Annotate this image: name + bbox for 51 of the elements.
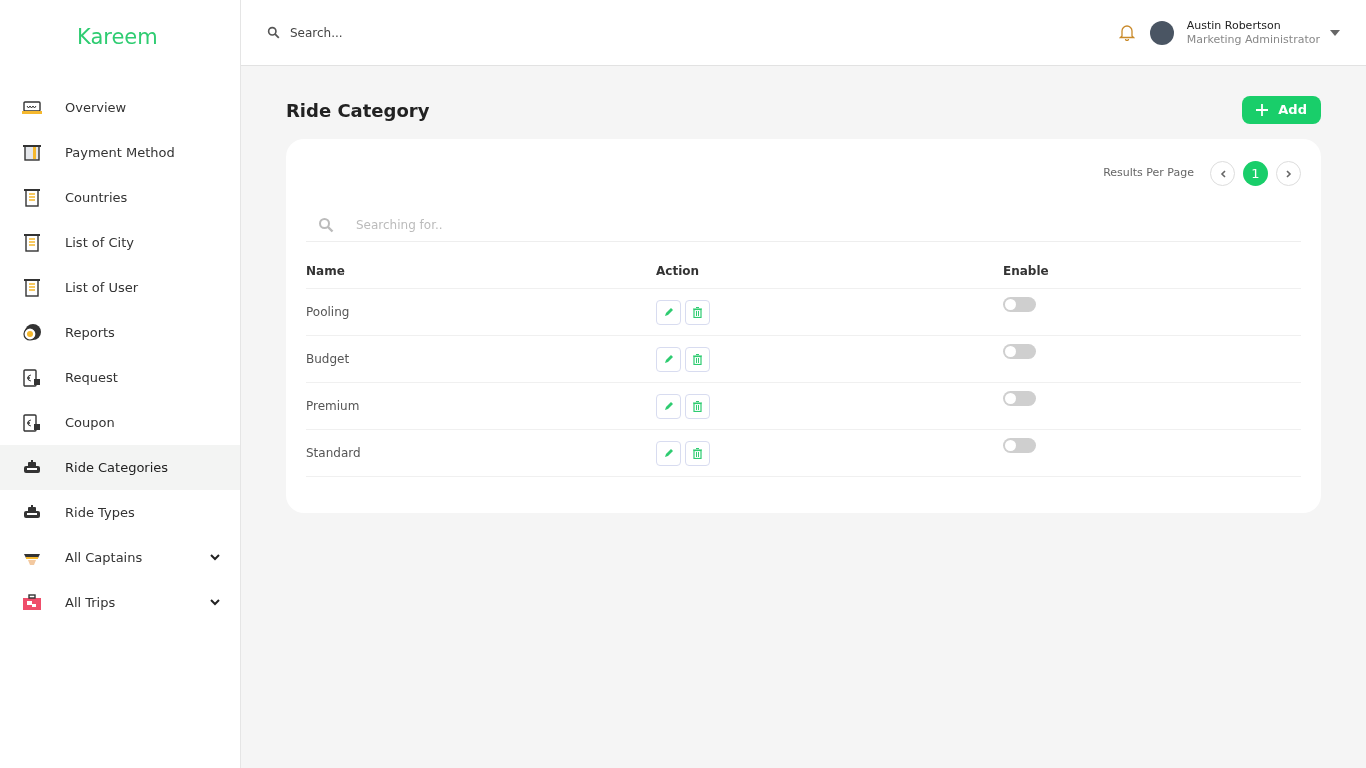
filter-field[interactable]: Searching for.. xyxy=(356,215,1301,234)
delete-button[interactable] xyxy=(685,346,710,372)
table-cell-text: Standard xyxy=(306,445,362,462)
pencil-icon xyxy=(663,448,674,458)
chevron-right-icon xyxy=(1285,169,1292,178)
table-cell-text: Premium xyxy=(306,398,361,415)
table-cell-text: Budget xyxy=(306,351,351,368)
receipt-icon xyxy=(22,187,42,208)
card-icon xyxy=(22,142,42,163)
search-field[interactable]: Search... xyxy=(290,23,590,42)
edit-button[interactable] xyxy=(656,440,681,466)
brand-logo: Kareem xyxy=(77,23,158,51)
trash-icon xyxy=(693,447,702,459)
edit-button[interactable] xyxy=(656,393,681,419)
user-role: Marketing Administrator xyxy=(1186,32,1320,47)
delete-button[interactable] xyxy=(685,393,710,419)
pencil-icon xyxy=(663,401,674,411)
chat-icon xyxy=(22,322,42,343)
invoice-icon xyxy=(22,367,42,388)
bell-icon[interactable] xyxy=(1118,24,1135,41)
pencil-icon xyxy=(663,307,674,317)
avatar xyxy=(1149,20,1174,45)
invoice-icon xyxy=(22,412,42,433)
chevron-left-icon xyxy=(1219,169,1226,178)
search-icon xyxy=(267,26,280,39)
enable-toggle[interactable] xyxy=(1003,391,1036,406)
trash-icon xyxy=(693,306,702,318)
results-per-page-label: Results Per Page xyxy=(1103,165,1194,182)
receipt-icon xyxy=(22,277,42,298)
enable-toggle[interactable] xyxy=(1003,438,1036,453)
sidebar-item[interactable]: Ride Categories xyxy=(0,445,240,490)
receipt-icon xyxy=(22,232,42,253)
column-header: Name xyxy=(306,263,346,280)
enable-toggle[interactable] xyxy=(1003,297,1036,312)
enable-toggle[interactable] xyxy=(1003,344,1036,359)
caret-icon[interactable] xyxy=(1330,29,1340,36)
trash-icon xyxy=(693,353,702,365)
delete-button[interactable] xyxy=(685,440,710,466)
edit-button[interactable] xyxy=(656,346,681,372)
delete-button[interactable] xyxy=(685,299,710,325)
page-title: Ride Category xyxy=(286,98,430,123)
pencil-icon xyxy=(663,354,674,364)
search-icon xyxy=(318,216,334,233)
trash-icon xyxy=(693,400,702,412)
user-name: Austin Robertson xyxy=(1186,18,1282,33)
plus-icon xyxy=(1256,104,1269,116)
table-cell-text: Pooling xyxy=(306,304,351,321)
column-header: Action xyxy=(656,263,701,280)
column-header: Enable xyxy=(1003,263,1050,280)
edit-button[interactable] xyxy=(656,299,681,325)
suitcase-icon xyxy=(22,592,42,613)
